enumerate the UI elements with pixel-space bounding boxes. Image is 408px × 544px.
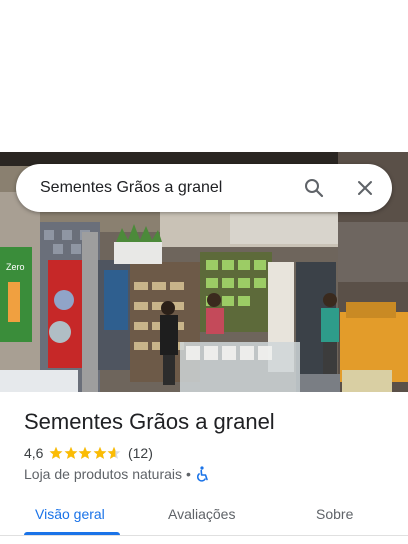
search-icon [305,179,324,198]
map-blank-area [0,0,408,152]
separator-dot: • [186,466,191,482]
search-button[interactable] [298,172,330,204]
star-icon [79,446,92,459]
tab-about[interactable]: Sobre [316,506,353,522]
star-icon [93,446,107,459]
place-category: Loja de produtos naturais [24,466,182,482]
place-title: Sementes Grãos a granel [24,409,275,434]
rating-value: 4,6 [24,445,44,461]
tabs-divider [0,535,408,536]
star-icon [108,446,121,459]
category-row: Loja de produtos naturais • [24,464,210,484]
wheelchair-icon [196,466,208,482]
star-icon [64,446,78,459]
clear-search-button[interactable] [349,172,381,204]
tab-reviews[interactable]: Avaliações [168,506,235,522]
star-icon [50,446,63,459]
rating-row[interactable]: 4,6 (12) [24,443,153,463]
svg-text:Zero: Zero [6,262,25,272]
close-icon [358,181,372,195]
tab-overview[interactable]: Visão geral [35,506,105,522]
search-bar[interactable]: Sementes Grãos a granel [16,164,392,212]
place-tabs: Visão geral Avaliações Sobre [0,500,408,544]
rating-stars [49,446,122,460]
review-count[interactable]: (12) [128,445,153,461]
active-tab-indicator [24,532,120,535]
search-input[interactable]: Sementes Grãos a granel [40,179,222,197]
